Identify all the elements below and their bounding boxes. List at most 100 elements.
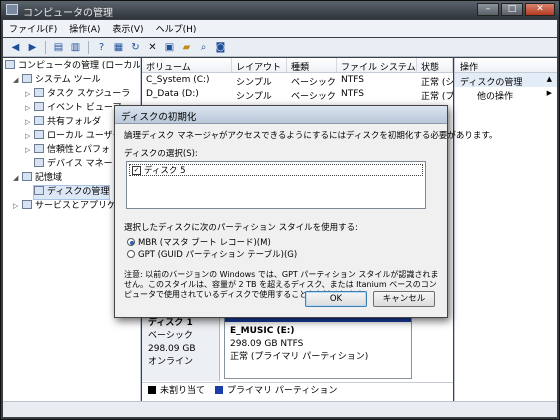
refresh-icon[interactable]: ↻ (129, 41, 142, 54)
cancel-button[interactable]: キャンセル (373, 291, 435, 307)
tree-item-label: 信頼性とパフォ (47, 145, 111, 155)
filesystem-cell: NTFS (341, 75, 364, 85)
volume-cell: C_System (C:) (146, 75, 210, 85)
column-volume[interactable]: ボリューム (142, 58, 232, 72)
title-bar: コンピュータの管理 – □ ✕ (1, 1, 559, 19)
help-icon[interactable]: ? (95, 41, 108, 54)
expand-arrow-icon[interactable]: ▷ (13, 200, 22, 213)
actions-more[interactable]: 他の操作 ▶ (455, 87, 557, 102)
forward-icon[interactable]: ▶ (26, 41, 39, 54)
collapse-arrow-icon[interactable]: ◢ (13, 74, 22, 87)
menu-file[interactable]: ファイル(F) (9, 22, 57, 35)
type-cell: ベーシック (291, 78, 336, 87)
column-file-system[interactable]: ファイル システム (337, 58, 417, 72)
expand-arrow-icon[interactable]: ▷ (25, 88, 34, 101)
tree-item-label: タスク スケジューラ (47, 89, 131, 99)
disk-list-label: ディスク 5 (144, 166, 186, 176)
delete-icon[interactable]: ✕ (146, 41, 159, 54)
table-row[interactable]: C_System (C:) シンプル ベーシック NTFS 正常 (シ (142, 74, 453, 87)
tree-item-computer-management[interactable]: コンピュータの管理 (ローカル) (5, 60, 141, 73)
search-icon[interactable]: ⌕ (197, 41, 210, 54)
mbr-option[interactable]: MBR (マスタ ブート レコード)(M) (127, 236, 438, 248)
expand-arrow-icon[interactable]: ▷ (25, 130, 34, 143)
disk-label-panel[interactable]: ディスク 1 ベーシック 298.09 GB オンライン (142, 313, 220, 381)
new-icon[interactable]: ▣ (163, 41, 176, 54)
window-title: コンピュータの管理 (23, 8, 113, 19)
tree-item-label: イベント ビューア (47, 103, 122, 113)
tree-item-disk-management[interactable]: ディスクの管理 (32, 185, 111, 200)
disk-checkbox[interactable]: ✓ (132, 165, 141, 175)
tree-item-services-apps[interactable]: ▷ サービスとアプリケ (13, 200, 116, 213)
tree-item-system-tools[interactable]: ◢ システム ツール (13, 74, 101, 87)
column-status[interactable]: 状態 (417, 58, 453, 72)
menu-view[interactable]: 表示(V) (112, 22, 143, 35)
collapse-arrow-icon[interactable]: ◢ (13, 172, 22, 185)
dialog-buttons: OK キャンセル (305, 291, 435, 307)
partition-block[interactable]: E_MUSIC (E:) 298.09 GB NTFS 正常 (プライマリ パー… (224, 313, 412, 379)
tree-item-local-users[interactable]: ▷ ローカル ユーザー (25, 130, 122, 143)
menu-help[interactable]: ヘルプ(H) (156, 22, 197, 35)
toolbar-separator (88, 40, 89, 54)
expand-arrow-icon[interactable]: ▷ (25, 144, 34, 157)
tree-item-task-scheduler[interactable]: ▷ タスク スケジューラ (25, 88, 130, 101)
legend-primary: プライマリ パーティション (227, 386, 338, 396)
tree-item-shared-folders[interactable]: ▷ 共有フォルダ (25, 116, 101, 129)
dialog-body: 論理ディスク マネージャがアクセスできるようにするにはディスクを初期化する必要が… (115, 124, 498, 305)
disk-type: ベーシック (148, 331, 193, 341)
actions-section-disk-management[interactable]: ディスクの管理 ▲ (455, 73, 557, 88)
close-button[interactable]: ✕ (525, 3, 555, 16)
tree-item-event-viewer[interactable]: ▷ イベント ビューア (25, 102, 122, 115)
disk-map-row: ディスク 1 ベーシック 298.09 GB オンライン E_MUSIC (E:… (142, 313, 453, 381)
performance-icon (34, 144, 44, 153)
initialize-disk-dialog: ディスクの初期化 論理ディスク マネージャがアクセスできるようにするにはディスク… (114, 105, 498, 318)
minimize-button[interactable]: – (477, 3, 499, 16)
gpt-radio[interactable] (127, 250, 135, 258)
tree-item-label: 共有フォルダ (47, 117, 102, 127)
column-layout[interactable]: レイアウト (232, 58, 287, 72)
device-icon (34, 158, 44, 167)
clock-icon (34, 88, 44, 97)
back-icon[interactable]: ◀ (9, 41, 22, 54)
tree-item-label: システム ツール (35, 75, 101, 85)
zoom-icon[interactable]: ◙ (214, 41, 227, 54)
menu-action[interactable]: 操作(A) (69, 22, 100, 35)
disk-legend: 未割り当て プライマリ パーティション (142, 382, 453, 396)
properties-icon[interactable]: ▦ (112, 41, 125, 54)
expand-arrow-icon[interactable]: ▷ (25, 102, 34, 115)
legend-unallocated: 未割り当て (160, 386, 206, 396)
actions-header: 操作 (455, 58, 557, 73)
disk-select-list: ✓ ディスク 5 (126, 161, 426, 209)
table-row[interactable]: D_Data (D:) シンプル ベーシック NTFS 正常 (プ (142, 88, 453, 101)
status-cell: 正常 (シ (421, 78, 453, 87)
dialog-title: ディスクの初期化 (115, 106, 447, 124)
disk-name: ディスク 1 (148, 318, 193, 328)
computer-management-icon (6, 4, 18, 15)
expand-arrow-icon[interactable]: ▷ (25, 116, 34, 129)
tree-item-label: ディスクの管理 (47, 187, 110, 197)
menu-bar: ファイル(F) 操作(A) 表示(V) ヘルプ(H) (3, 20, 557, 37)
maximize-button[interactable]: □ (501, 3, 523, 16)
disk-list-item[interactable]: ✓ ディスク 5 (129, 164, 423, 176)
tools-icon (22, 74, 32, 83)
partition-name: E_MUSIC (E:) (230, 326, 295, 336)
column-type[interactable]: 種類 (287, 58, 337, 72)
tree-item-label: コンピュータの管理 (ローカル) (18, 61, 141, 71)
users-icon (34, 130, 44, 139)
mbr-label: MBR (マスタ ブート レコード)(M) (138, 238, 271, 248)
services-icon (22, 200, 32, 209)
disk-select-label: ディスクの選択(S): (124, 149, 198, 159)
gpt-option[interactable]: GPT (GUID パーティション テーブル)(G) (127, 248, 438, 260)
tree-item-storage[interactable]: ◢ 記憶域 (13, 172, 62, 185)
show-hide-tree-icon[interactable]: ▥ (69, 41, 82, 54)
partition-status: 正常 (プライマリ パーティション) (230, 352, 369, 362)
chevron-right-icon: ▶ (546, 89, 552, 97)
tree-item-reliability[interactable]: ▷ 信頼性とパフォ (25, 144, 110, 157)
mbr-radio[interactable] (127, 238, 135, 246)
open-folder-icon[interactable]: ▰ (180, 41, 193, 54)
tree-item-device-manager[interactable]: デバイス マネー (34, 158, 113, 171)
gpt-label: GPT (GUID パーティション テーブル)(G) (138, 250, 298, 260)
ok-button[interactable]: OK (305, 291, 367, 307)
status-bar (3, 401, 557, 417)
dialog-intro: 論理ディスク マネージャがアクセスできるようにするにはディスクを初期化する必要が… (124, 131, 498, 141)
up-icon[interactable]: ▤ (52, 41, 65, 54)
